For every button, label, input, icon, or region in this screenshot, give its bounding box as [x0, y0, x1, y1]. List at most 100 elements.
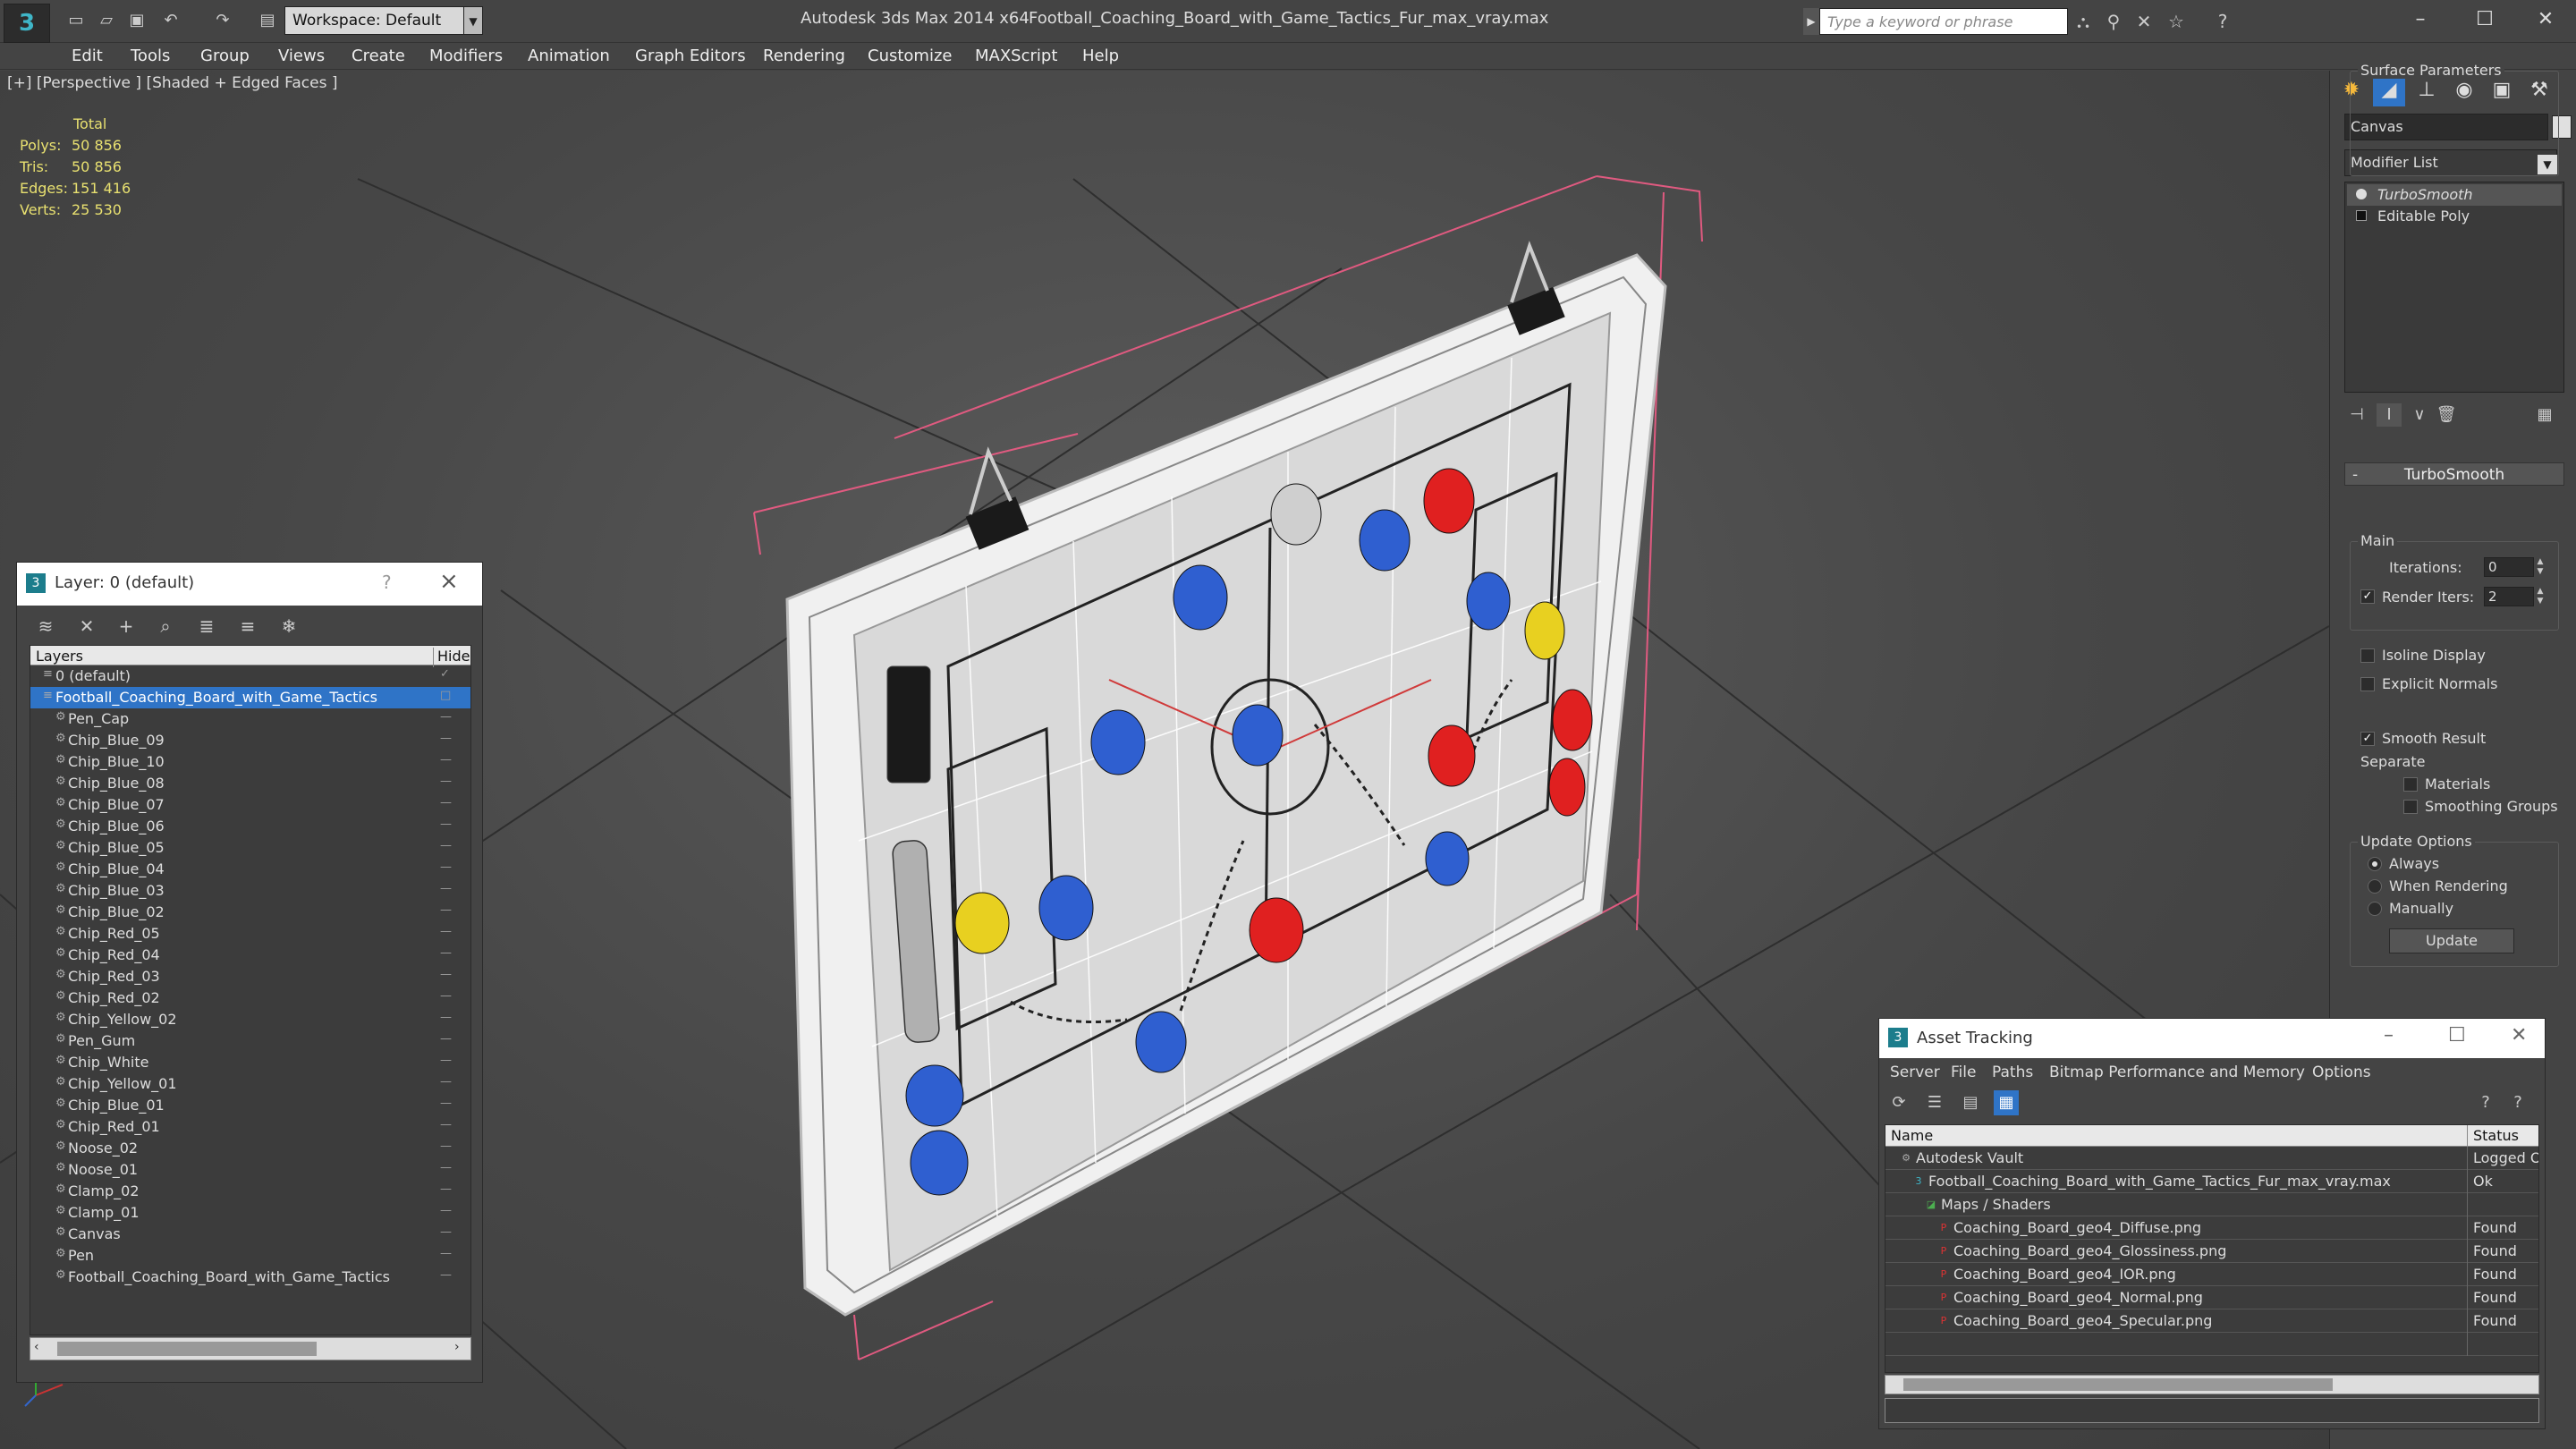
manually-radio[interactable]	[2368, 902, 2382, 916]
menu-maxscript[interactable]: MAXScript	[975, 47, 1057, 65]
object-row[interactable]: ⚙ Chip_Blue_08 —	[30, 773, 470, 794]
object-row[interactable]: ⚙ Clamp_01 —	[30, 1202, 470, 1224]
object-row[interactable]: ⚙ Pen —	[30, 1245, 470, 1267]
object-row[interactable]: ⚙ Noose_01 —	[30, 1159, 470, 1181]
menu-options[interactable]: Options	[2312, 1063, 2371, 1081]
minimize-icon[interactable]: –	[2384, 1024, 2394, 1046]
minimize-icon[interactable]: –	[2394, 4, 2447, 36]
hide-toggle[interactable]: —	[440, 710, 452, 724]
menu-customize[interactable]: Customize	[868, 47, 952, 65]
hide-toggle[interactable]: —	[440, 1268, 452, 1282]
maximize-icon[interactable]: ☐	[2458, 4, 2512, 36]
status-column-header[interactable]: Status	[2467, 1125, 2524, 1147]
smoothing-groups-checkbox[interactable]	[2403, 800, 2418, 814]
hide-toggle[interactable]: —	[440, 989, 452, 1003]
make-unique-icon[interactable]: ∨	[2407, 403, 2432, 427]
object-row[interactable]: ⚙ Chip_Blue_02 —	[30, 902, 470, 923]
menu-paths[interactable]: Paths	[1992, 1063, 2033, 1081]
object-row[interactable]: ⚙ Chip_Blue_03 —	[30, 880, 470, 902]
hide-toggle[interactable]: —	[440, 775, 452, 788]
asset-path-field[interactable]	[1885, 1398, 2539, 1423]
menu-rendering[interactable]: Rendering	[763, 47, 845, 65]
list-view-icon[interactable]: ☰	[1922, 1090, 1947, 1115]
redo-icon[interactable]: ↷	[209, 7, 236, 34]
smooth-result-checkbox[interactable]: ✓	[2360, 732, 2375, 746]
menu-edit[interactable]: Edit	[72, 47, 103, 65]
hide-toggle[interactable]: —	[440, 732, 452, 745]
create-layer-icon[interactable]: ≋	[31, 614, 60, 638]
app-logo-icon[interactable]: 3	[4, 4, 50, 43]
hide-toggle[interactable]: —	[440, 1140, 452, 1153]
hide-toggle[interactable]: —	[440, 1182, 452, 1196]
show-end-result-icon[interactable]: Ⅰ	[2377, 403, 2402, 427]
menu-help[interactable]: Help	[1082, 47, 1119, 65]
close-icon[interactable]: ×	[439, 568, 459, 595]
hide-toggle[interactable]: —	[440, 1204, 452, 1217]
viewport-label[interactable]: [+] [Perspective ] [Shaded + Edged Faces…	[7, 74, 337, 92]
asset-row[interactable]: ⚙ Autodesk Vault Logged O	[1885, 1147, 2538, 1170]
delete-layer-icon[interactable]: ✕	[72, 614, 101, 638]
communication-icon[interactable]: ✕	[2131, 8, 2157, 35]
render-iters-spinner[interactable]: 2	[2484, 587, 2534, 606]
scrollbar-thumb[interactable]	[1903, 1378, 2333, 1391]
hide-toggle[interactable]: —	[440, 1032, 452, 1046]
asset-row[interactable]: P Coaching_Board_geo4_Specular.png Found	[1885, 1309, 2538, 1333]
object-row[interactable]: ⚙ Chip_Yellow_02 —	[30, 1009, 470, 1030]
menu-server[interactable]: Server	[1890, 1063, 1940, 1081]
close-icon[interactable]: ✕	[2511, 1024, 2527, 1046]
materials-checkbox[interactable]	[2403, 777, 2418, 792]
object-row[interactable]: ⚙ Chip_Blue_09 —	[30, 730, 470, 751]
maximize-icon[interactable]: ☐	[2448, 1024, 2466, 1046]
select-objects-icon[interactable]: ⌕	[151, 614, 180, 638]
asset-row[interactable]: 3 Football_Coaching_Board_with_Game_Tacti…	[1885, 1170, 2538, 1193]
add-to-layer-icon[interactable]: +	[112, 614, 140, 638]
hide-toggle[interactable]: —	[440, 753, 452, 767]
table-view-icon[interactable]: ▦	[1994, 1090, 2019, 1115]
hide-column-header[interactable]: Hide	[433, 648, 470, 667]
favorites-star-icon[interactable]: ☆	[2163, 8, 2190, 35]
menu-create[interactable]: Create	[352, 47, 405, 65]
hide-toggle[interactable]: —	[440, 1247, 452, 1260]
collapse-icon[interactable]: -	[2352, 463, 2358, 487]
hide-toggle[interactable]: —	[440, 818, 452, 831]
coaching-board[interactable]	[785, 241, 1667, 1317]
save-file-icon[interactable]: ▣	[123, 7, 150, 34]
hide-toggle[interactable]: —	[440, 860, 452, 874]
spinner-arrows-icon[interactable]: ▲ ▼	[2534, 587, 2546, 606]
object-row[interactable]: ⚙ Football_Coaching_Board_with_Game_Tacti…	[30, 1267, 470, 1288]
isoline-display-checkbox[interactable]	[2360, 648, 2375, 663]
object-row[interactable]: ⚙ Noose_02 —	[30, 1138, 470, 1159]
project-folder-icon[interactable]: ▤	[254, 7, 281, 34]
scroll-right-icon[interactable]: ›	[454, 1340, 460, 1354]
object-row[interactable]: ⚙ Chip_Blue_06 —	[30, 816, 470, 837]
update-button[interactable]: Update	[2389, 928, 2514, 953]
menu-tools[interactable]: Tools	[131, 47, 170, 65]
hide-toggle[interactable]: —	[440, 882, 452, 895]
asset-window-header[interactable]: 3 Asset Tracking – ☐ ✕	[1879, 1019, 2545, 1058]
asset-row[interactable]: P Coaching_Board_geo4_Glossiness.png Found	[1885, 1240, 2538, 1263]
menu-bitmap-performance[interactable]: Bitmap Performance and Memory	[2049, 1063, 2305, 1081]
asset-row[interactable]: P Coaching_Board_geo4_IOR.png Found	[1885, 1263, 2538, 1286]
layers-column-header[interactable]: Layers	[36, 648, 83, 665]
chevron-down-icon[interactable]: ▼	[463, 6, 483, 35]
hide-toggle[interactable]: —	[440, 1225, 452, 1239]
explicit-normals-checkbox[interactable]	[2360, 677, 2375, 691]
object-row[interactable]: ⚙ Clamp_02 —	[30, 1181, 470, 1202]
asset-row[interactable]: ◪ Maps / Shaders	[1885, 1193, 2538, 1216]
hide-all-icon[interactable]: ≡	[233, 614, 262, 638]
object-row[interactable]: ⚙ Pen_Cap —	[30, 708, 470, 730]
search-input[interactable]: Type a keyword or phrase	[1819, 8, 2068, 35]
context-help-icon[interactable]: ?	[2505, 1090, 2530, 1115]
highlight-layer-icon[interactable]: ≣	[192, 614, 221, 638]
asset-row[interactable]: P Coaching_Board_geo4_Normal.png Found	[1885, 1286, 2538, 1309]
horizontal-scrollbar[interactable]: ‹ ›	[30, 1337, 471, 1360]
object-row[interactable]: ⚙ Chip_Blue_10 —	[30, 751, 470, 773]
always-radio[interactable]	[2368, 857, 2382, 871]
detail-view-icon[interactable]: ▤	[1958, 1090, 1983, 1115]
object-row[interactable]: ⚙ Pen_Gum —	[30, 1030, 470, 1052]
scrollbar-thumb[interactable]	[57, 1342, 317, 1356]
hide-toggle[interactable]: —	[440, 1118, 452, 1131]
menu-animation[interactable]: Animation	[528, 47, 610, 65]
object-row[interactable]: ⚙ Canvas —	[30, 1224, 470, 1245]
layer-row[interactable]: ≡ Football_Coaching_Board_with_Game_Tacti…	[30, 687, 470, 708]
